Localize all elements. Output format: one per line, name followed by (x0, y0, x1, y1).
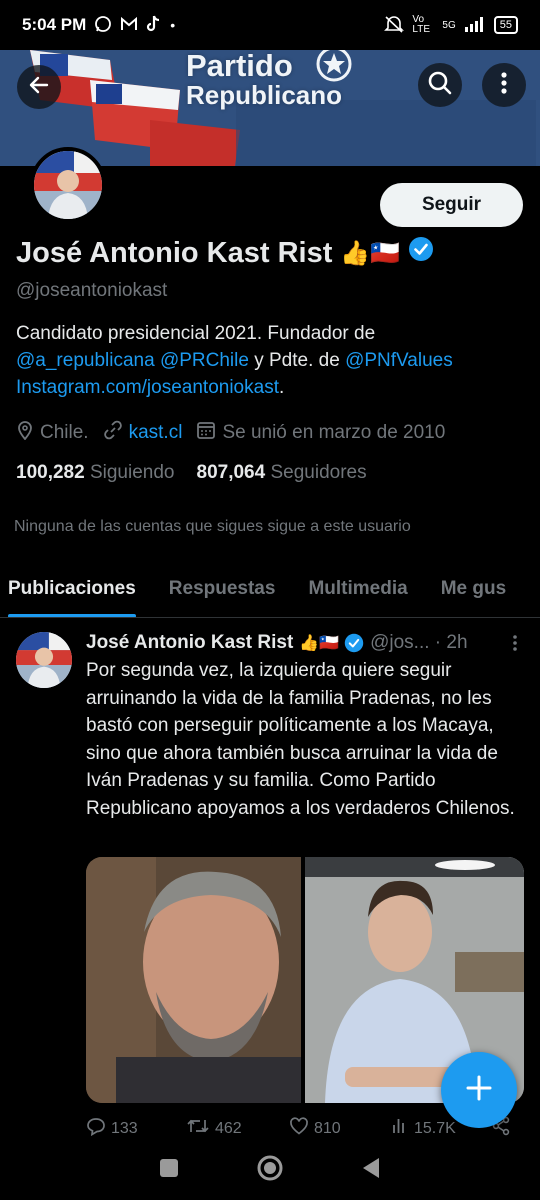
like-button[interactable]: 810 (289, 1116, 391, 1141)
profile-name: José Antonio Kast Rist (16, 236, 333, 269)
signal-label: 5G (442, 19, 456, 31)
battery-indicator: 55 (493, 16, 518, 34)
mute-icon (384, 15, 405, 36)
bar-chart-icon (391, 1117, 409, 1140)
tab-publicaciones[interactable]: Publicaciones (8, 560, 136, 617)
bio-link-prchile[interactable]: @PRChile (160, 350, 249, 371)
profile-meta: Chile. kast.cl Se unió en marzo de 2010 (16, 420, 459, 446)
website-item[interactable]: kast.cl (103, 420, 183, 446)
compose-post-button[interactable] (441, 1052, 517, 1128)
following-link[interactable]: 100,282 Siguiendo (16, 462, 175, 484)
profile-avatar[interactable] (30, 147, 106, 223)
avatar-image (34, 151, 102, 219)
bio-link-pnfvalues[interactable]: @PNfValues (345, 350, 453, 371)
tweet-avatar-image (16, 632, 72, 688)
calendar-icon (196, 420, 216, 446)
tweet-author-emojis: 👍🇨🇱 (299, 635, 340, 652)
plus-icon (465, 1074, 493, 1107)
banner-star-icon (314, 50, 354, 91)
home-circle-icon (257, 1155, 283, 1180)
followers-count: 807,064 (196, 462, 266, 483)
tab-respuestas[interactable]: Respuestas (169, 560, 276, 617)
tweet-handle-time: @jos... · 2h (370, 632, 468, 653)
more-vertical-icon (500, 71, 508, 100)
search-button[interactable] (418, 63, 462, 107)
verified-badge-icon (408, 236, 434, 270)
search-icon (427, 70, 453, 101)
recent-apps-button[interactable] (158, 1157, 180, 1184)
more-options-button[interactable] (482, 63, 526, 107)
profile-bio: Candidato presidencial 2021. Fundador de… (16, 320, 526, 401)
heart-icon (289, 1117, 309, 1140)
tweet-verified-badge-icon (344, 633, 364, 653)
profile-tabs: Publicaciones Respuestas Multimedia Me g… (0, 560, 540, 618)
bio-text-4: . (278, 377, 285, 398)
followers-label: Seguidores (270, 462, 367, 483)
reply-icon (86, 1116, 106, 1141)
back-button[interactable] (17, 65, 61, 109)
repost-button[interactable]: 462 (186, 1116, 289, 1141)
following-count: 100,282 (16, 462, 85, 483)
home-button[interactable] (255, 1153, 285, 1188)
followers-link[interactable]: 807,064 Seguidores (197, 462, 367, 484)
repost-count: 462 (215, 1119, 242, 1137)
joined-text: Se unió en marzo de 2010 (222, 422, 446, 443)
following-label: Siguiendo (89, 462, 175, 483)
tweet-text: Por segunda vez, la izquierda quiere seg… (86, 660, 515, 819)
tweet-more-button[interactable] (512, 634, 518, 658)
back-nav-button[interactable] (360, 1156, 382, 1185)
like-count: 810 (314, 1119, 341, 1137)
system-navigation-bar (0, 1140, 540, 1200)
bio-link-instagram[interactable]: Instagram.com/joseantoniokast (16, 377, 279, 398)
tab-multimedia[interactable]: Multimedia (308, 560, 407, 617)
network-label: Vo LTE (412, 14, 431, 35)
bio-link-a-republicana[interactable]: @a_republicana (16, 350, 155, 371)
profile-handle: @joseantoniokast (16, 280, 168, 301)
views-count: 15.7K (414, 1119, 456, 1137)
bio-text-3: y Pdte. de (248, 350, 346, 371)
mutual-followers-note: Ninguna de las cuentas que sigues sigue … (14, 518, 411, 535)
gmail-icon (120, 16, 138, 35)
status-bar: 5:04 PM • Vo LTE 5G 55 (0, 0, 540, 50)
profile-name-row: José Antonio Kast Rist 👍🇨🇱 (16, 236, 434, 270)
tweet-author-avatar[interactable] (16, 632, 72, 688)
tiktok-icon (146, 15, 162, 36)
tweet-author-name[interactable]: José Antonio Kast Rist (86, 632, 293, 654)
link-icon (103, 420, 123, 446)
triangle-back-icon (363, 1157, 380, 1178)
tab-me-gusta[interactable]: Me gus (441, 560, 506, 617)
website-link[interactable]: kast.cl (129, 422, 183, 444)
repost-icon (186, 1116, 210, 1141)
joined-item: Se unió en marzo de 2010 (196, 420, 445, 446)
arrow-left-icon (27, 73, 51, 102)
photo-man-gray-hair (86, 857, 301, 1103)
tweet-header: José Antonio Kast Rist 👍🇨🇱 @jos... · 2h (86, 632, 526, 654)
name-emojis: 👍🇨🇱 (340, 239, 401, 267)
signal-icon (464, 16, 486, 35)
dot-icon: • (170, 17, 176, 33)
location-item: Chile. (16, 420, 89, 446)
reply-count: 133 (111, 1119, 138, 1137)
location-text: Chile. (40, 422, 89, 443)
square-icon (159, 1158, 178, 1177)
more-vertical-icon (512, 635, 518, 657)
follow-counts: 100,282 Siguiendo 807,064 Seguidores (16, 462, 367, 484)
bio-text-1: Candidato presidencial 2021. Fundador de (16, 323, 376, 344)
follow-button[interactable]: Seguir (380, 183, 523, 227)
status-time: 5:04 PM (22, 15, 87, 34)
whatsapp-icon (94, 15, 112, 36)
reply-button[interactable]: 133 (86, 1116, 186, 1141)
location-pin-icon (16, 420, 34, 446)
tweet-photo-1[interactable] (86, 857, 301, 1103)
